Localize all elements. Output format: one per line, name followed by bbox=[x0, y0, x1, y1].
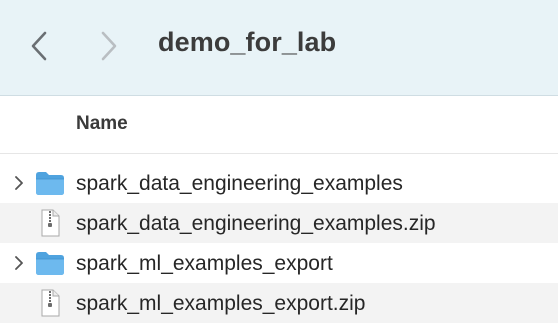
list-item-zip[interactable]: spark_data_engineering_examples.zip bbox=[0, 203, 558, 243]
item-name: spark_data_engineering_examples.zip bbox=[76, 212, 436, 235]
file-list: spark_data_engineering_examples spark_da… bbox=[0, 154, 558, 323]
column-header-row: Name bbox=[0, 96, 558, 154]
list-item-folder[interactable]: spark_ml_examples_export bbox=[0, 243, 558, 283]
window-title: demo_for_lab bbox=[158, 27, 337, 57]
chevron-left-icon bbox=[30, 31, 48, 61]
forward-button[interactable] bbox=[94, 28, 124, 64]
folder-icon bbox=[34, 170, 66, 196]
zip-file-icon bbox=[34, 209, 66, 237]
list-item-folder[interactable]: spark_data_engineering_examples bbox=[0, 163, 558, 203]
column-header-name[interactable]: Name bbox=[76, 113, 128, 135]
back-button[interactable] bbox=[24, 28, 54, 64]
list-item-zip[interactable]: spark_ml_examples_export.zip bbox=[0, 283, 558, 323]
chevron-right-icon bbox=[100, 31, 118, 61]
item-name: spark_data_engineering_examples bbox=[76, 172, 403, 195]
item-name: spark_ml_examples_export bbox=[76, 252, 333, 275]
window-titlebar: demo_for_lab bbox=[0, 0, 558, 96]
folder-icon bbox=[34, 250, 66, 276]
disclosure-triangle-icon[interactable] bbox=[12, 175, 26, 191]
zip-file-icon bbox=[34, 289, 66, 317]
disclosure-triangle-icon[interactable] bbox=[12, 255, 26, 271]
item-name: spark_ml_examples_export.zip bbox=[76, 292, 366, 315]
